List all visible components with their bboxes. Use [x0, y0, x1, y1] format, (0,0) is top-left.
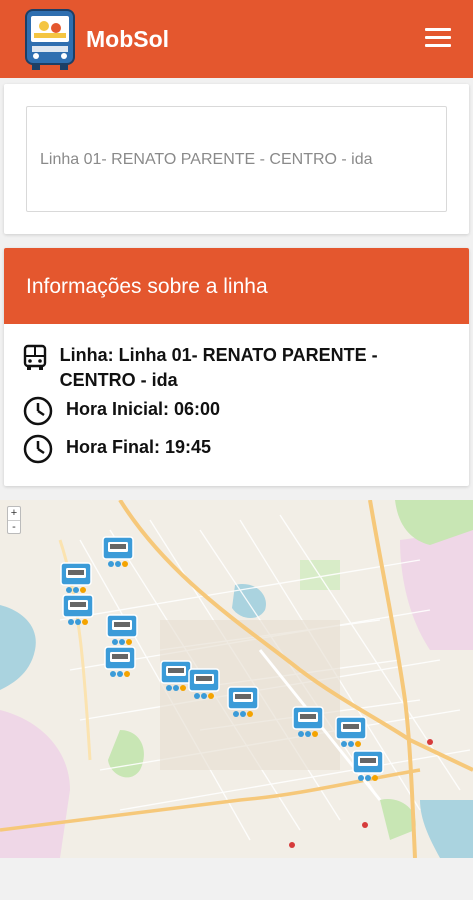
route-select-card: Linha 01- RENATO PARENTE - CENTRO - ida — [4, 84, 469, 234]
zoom-control: + - — [7, 506, 21, 534]
route-select-field[interactable]: Linha 01- RENATO PARENTE - CENTRO - ida — [26, 106, 447, 212]
bus-icon — [23, 344, 47, 370]
bus-stop-marker-icon[interactable] — [352, 750, 384, 784]
bus-stop-marker-icon[interactable] — [188, 668, 220, 702]
end-time-text: Hora Final: 19:45 — [66, 437, 212, 457]
bus-stop-marker-icon[interactable] — [104, 646, 136, 680]
route-select-value: Linha 01- RENATO PARENTE - CENTRO - ida — [40, 151, 373, 168]
bus-logo-icon — [25, 9, 75, 70]
bus-stop-marker-icon[interactable] — [335, 716, 367, 750]
info-header-title: Informações sobre a linha — [26, 275, 268, 298]
start-time-text: Hora Inicial: 06:00 — [66, 399, 221, 419]
line-info-card: Informações sobre a linha Linha: Linha 0… — [4, 248, 469, 486]
zoom-in-button[interactable]: + — [8, 507, 20, 520]
app-title: MobSol — [86, 26, 170, 52]
line-row: Linha: Linha 01- RENATO PARENTE - CENTRO… — [22, 343, 422, 393]
end-time-row: Hora Final: 19:45 — [22, 433, 211, 465]
info-header: Informações sobre a linha — [4, 248, 469, 324]
start-time-row: Hora Inicial: 06:00 — [22, 395, 220, 427]
zoom-out-button[interactable]: - — [8, 520, 20, 533]
bus-stop-marker-icon[interactable] — [60, 562, 92, 596]
bus-stop-marker-icon[interactable] — [227, 686, 259, 720]
clock-icon — [23, 396, 53, 426]
hamburger-menu-icon[interactable] — [425, 28, 451, 50]
bus-stop-marker-icon[interactable] — [106, 614, 138, 648]
line-text: Linha: Linha 01- RENATO PARENTE - CENTRO… — [59, 345, 378, 390]
bus-stop-marker-icon[interactable] — [102, 536, 134, 570]
bus-stop-marker-icon[interactable] — [62, 594, 94, 628]
bus-stop-marker-icon[interactable] — [292, 706, 324, 740]
route-map[interactable]: + - — [0, 500, 473, 858]
map-background — [0, 500, 473, 858]
app-bar: MobSol — [0, 0, 473, 78]
clock-icon — [23, 434, 53, 464]
